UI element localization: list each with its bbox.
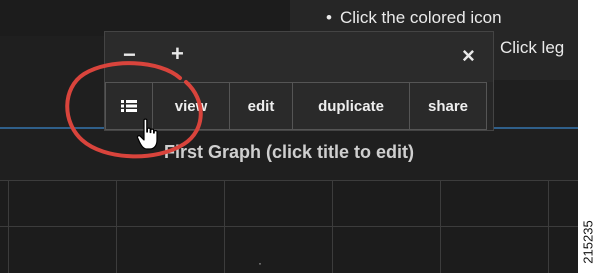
grid-line — [0, 180, 578, 181]
duplicate-button[interactable]: duplicate — [292, 82, 410, 130]
instruction-text-1: Click the colored icon — [340, 8, 502, 27]
grid-line — [116, 180, 117, 273]
grid-line — [224, 180, 225, 273]
edit-button[interactable]: edit — [229, 82, 293, 130]
grid-line — [440, 180, 441, 273]
bullet: • — [326, 8, 332, 27]
graph-title[interactable]: First Graph (click title to edit) — [0, 142, 578, 163]
grid-line — [0, 226, 578, 227]
list-icon — [121, 100, 137, 112]
grid-marker: · — [258, 256, 262, 270]
instruction-line-1: • Click the colored icon — [326, 8, 502, 28]
graph-menu-popup: − + × view edit duplicate share — [104, 31, 494, 131]
close-icon[interactable]: × — [462, 43, 475, 69]
popup-header: − + × — [105, 32, 493, 82]
share-button[interactable]: share — [409, 82, 487, 130]
graph-grid: · — [0, 180, 578, 273]
grid-line — [548, 180, 549, 273]
instruction-text-2: Click leg — [500, 38, 565, 57]
grid-line — [8, 180, 9, 273]
figure-id-label: 215235 — [578, 210, 597, 273]
view-button[interactable]: view — [152, 82, 230, 130]
list-view-button[interactable] — [105, 82, 153, 130]
app-window: • Click the colored icon Click leg First … — [0, 0, 578, 273]
instruction-line-2: Click leg — [500, 38, 564, 58]
grid-line — [332, 180, 333, 273]
popup-button-row: view edit duplicate share — [105, 82, 487, 132]
minus-icon[interactable]: − — [123, 42, 136, 68]
plus-icon[interactable]: + — [171, 41, 184, 67]
figure-id-text: 215235 — [580, 219, 595, 264]
